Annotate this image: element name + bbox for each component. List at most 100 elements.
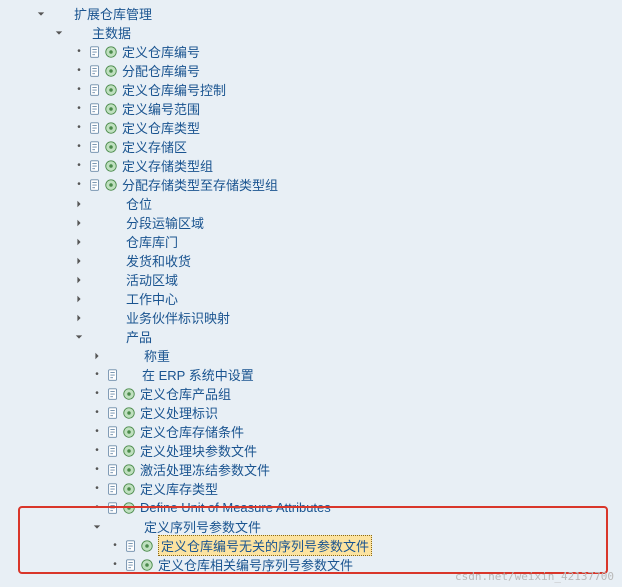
watermark-text: csdn.net/weixin_42137700 — [455, 570, 614, 583]
tree-node-expanded[interactable]: 产品 — [0, 327, 622, 346]
tree-node-collapsed[interactable]: 发货和收货 — [0, 251, 622, 270]
tree-node-leaf[interactable]: • 定义仓库编号 — [0, 42, 622, 61]
execute-icon — [104, 140, 118, 154]
doc-icon — [88, 140, 102, 154]
execute-icon — [104, 102, 118, 116]
tree-node-collapsed[interactable]: 仓库库门 — [0, 232, 622, 251]
chevron-right-icon[interactable] — [72, 216, 86, 230]
tree-node-collapsed[interactable]: 业务伙伴标识映射 — [0, 308, 622, 327]
tree-node-leaf[interactable]: • 定义处理块参数文件 — [0, 441, 622, 460]
bullet-icon: • — [72, 64, 86, 78]
doc-icon — [106, 444, 120, 458]
bullet-icon: • — [72, 159, 86, 173]
node-label: 业务伙伴标识映射 — [126, 308, 230, 327]
node-label: 工作中心 — [126, 289, 178, 308]
doc-icon — [106, 463, 120, 477]
chevron-right-icon[interactable] — [72, 273, 86, 287]
bullet-icon: • — [72, 178, 86, 192]
execute-icon — [140, 558, 154, 572]
chevron-right-icon[interactable] — [72, 197, 86, 211]
chevron-right-icon[interactable] — [90, 349, 104, 363]
chevron-right-icon[interactable] — [72, 235, 86, 249]
execute-icon — [122, 463, 136, 477]
bullet-icon: • — [72, 83, 86, 97]
doc-icon — [106, 482, 120, 496]
tree-node-expanded[interactable]: 定义序列号参数文件 — [0, 517, 622, 536]
tree-node-leaf[interactable]: • 定义库存类型 — [0, 479, 622, 498]
tree-node-leaf[interactable]: • 在 ERP 系统中设置 — [0, 365, 622, 384]
execute-icon — [122, 444, 136, 458]
doc-icon — [88, 83, 102, 97]
doc-icon — [88, 178, 102, 192]
bullet-icon: • — [108, 539, 122, 553]
tree-node-expanded[interactable]: 主数据 — [0, 23, 622, 42]
chevron-down-icon[interactable] — [72, 330, 86, 344]
node-label: 定义存储类型组 — [122, 156, 213, 175]
node-label: 称重 — [144, 346, 170, 365]
node-label: 扩展仓库管理 — [74, 4, 152, 23]
tree-node-collapsed[interactable]: 称重 — [0, 346, 622, 365]
chevron-right-icon[interactable] — [72, 254, 86, 268]
bullet-icon: • — [72, 45, 86, 59]
tree-node-leaf[interactable]: • 定义处理标识 — [0, 403, 622, 422]
execute-icon — [104, 159, 118, 173]
doc-icon — [124, 539, 138, 553]
tree-node-leaf[interactable]: • 定义仓库编号控制 — [0, 80, 622, 99]
tree-node-leaf[interactable]: • 分配仓库编号 — [0, 61, 622, 80]
doc-icon — [88, 64, 102, 78]
tree-node-collapsed[interactable]: 仓位 — [0, 194, 622, 213]
tree-node-leaf[interactable]: • Define Unit of Measure Attributes — [0, 498, 622, 517]
node-label: 定义仓库编号 — [122, 42, 200, 61]
tree-node-collapsed[interactable]: 分段运输区域 — [0, 213, 622, 232]
tree-node-collapsed[interactable]: 工作中心 — [0, 289, 622, 308]
tree-node-leaf[interactable]: • 分配存储类型至存储类型组 — [0, 175, 622, 194]
node-label-selected: 定义仓库编号无关的序列号参数文件 — [158, 535, 372, 556]
execute-icon — [122, 501, 136, 515]
tree-node-collapsed[interactable]: 活动区域 — [0, 270, 622, 289]
node-label: Define Unit of Measure Attributes — [140, 500, 331, 515]
tree-node-leaf[interactable]: • 定义存储类型组 — [0, 156, 622, 175]
chevron-down-icon[interactable] — [90, 520, 104, 534]
tree-root: 扩展仓库管理 主数据 • 定义仓库编号 • 分配仓库编号 • 定义仓库编号控制 … — [0, 0, 622, 578]
bullet-icon: • — [90, 482, 104, 496]
node-label: 发货和收货 — [126, 251, 191, 270]
tree-node-leaf[interactable]: • 定义存储区 — [0, 137, 622, 156]
node-label: 定义仓库类型 — [122, 118, 200, 137]
tree-node-leaf[interactable]: • 定义仓库存储条件 — [0, 422, 622, 441]
chevron-right-icon[interactable] — [72, 311, 86, 325]
chevron-down-icon[interactable] — [34, 7, 48, 21]
chevron-down-icon[interactable] — [52, 26, 66, 40]
tree-node-selected[interactable]: • 定义仓库编号无关的序列号参数文件 — [0, 536, 622, 555]
doc-icon — [106, 425, 120, 439]
execute-icon — [104, 121, 118, 135]
bullet-icon: • — [90, 444, 104, 458]
execute-icon — [104, 45, 118, 59]
doc-icon — [106, 406, 120, 420]
doc-icon — [124, 558, 138, 572]
node-label: 仓位 — [126, 194, 152, 213]
bullet-icon: • — [72, 140, 86, 154]
bullet-icon: • — [90, 425, 104, 439]
bullet-icon: • — [90, 387, 104, 401]
node-label: 定义处理块参数文件 — [140, 441, 257, 460]
tree-node-expanded[interactable]: 扩展仓库管理 — [0, 4, 622, 23]
node-label: 定义存储区 — [122, 137, 187, 156]
node-label: 激活处理冻结参数文件 — [140, 460, 270, 479]
doc-icon — [88, 45, 102, 59]
tree-node-leaf[interactable]: • 激活处理冻结参数文件 — [0, 460, 622, 479]
chevron-right-icon[interactable] — [72, 292, 86, 306]
execute-icon — [122, 425, 136, 439]
doc-icon — [106, 501, 120, 515]
node-label: 产品 — [126, 327, 152, 346]
node-label: 定义库存类型 — [140, 479, 218, 498]
tree-node-leaf[interactable]: • 定义仓库类型 — [0, 118, 622, 137]
doc-icon — [88, 102, 102, 116]
execute-icon — [104, 178, 118, 192]
bullet-icon: • — [90, 368, 104, 382]
execute-icon — [104, 64, 118, 78]
execute-icon — [140, 539, 154, 553]
node-label: 定义仓库编号控制 — [122, 80, 226, 99]
tree-node-leaf[interactable]: • 定义编号范围 — [0, 99, 622, 118]
tree-node-leaf[interactable]: • 定义仓库产品组 — [0, 384, 622, 403]
bullet-icon: • — [72, 102, 86, 116]
